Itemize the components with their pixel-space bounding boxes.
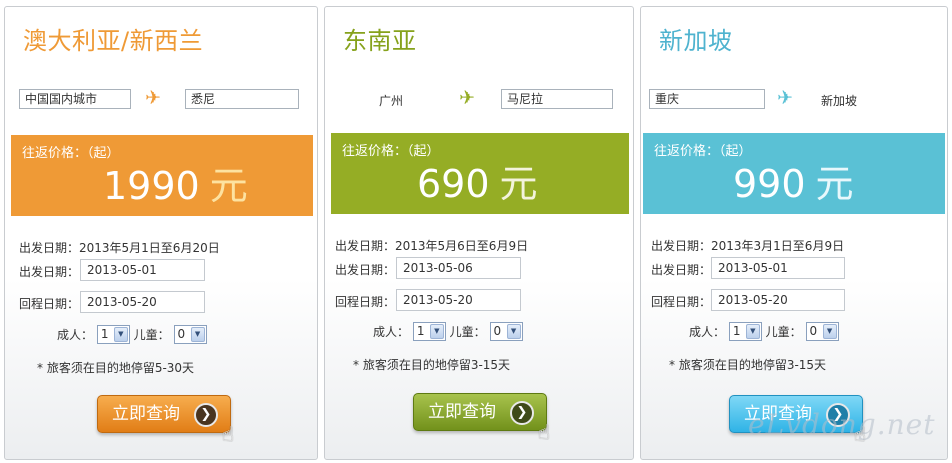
price-value: 690	[417, 162, 490, 206]
route-row: 广州 ✈ 马尼拉	[325, 87, 633, 111]
price-band: 往返价格：（起） 1990 元	[11, 135, 313, 216]
destination-city-text: 新加坡	[821, 94, 858, 108]
airplane-icon: ✈	[777, 87, 793, 109]
query-button-label: 立即查询	[428, 402, 496, 422]
return-date-input[interactable]: 2013-05-20	[711, 289, 845, 311]
depart-date-input[interactable]: 2013-05-06	[396, 257, 521, 279]
return-date-input[interactable]: 2013-05-20	[80, 291, 205, 313]
airplane-icon: ✈	[459, 87, 475, 109]
destination-title: 新加坡	[659, 27, 733, 55]
chevron-down-icon[interactable]: ▼	[113, 327, 128, 342]
arrow-right-circle-icon: ❯	[194, 403, 218, 427]
price-unit: 元	[209, 164, 248, 208]
price-amount: 990 元	[733, 163, 854, 205]
adults-select[interactable]: 1 ▼	[412, 322, 446, 341]
airplane-icon: ✈	[145, 87, 161, 109]
chevron-down-icon[interactable]: ▼	[506, 324, 521, 339]
route-row: 重庆 ✈ 新加坡	[641, 87, 947, 111]
return-date-label: 回程日期：	[335, 295, 396, 309]
query-button[interactable]: 立即查询 ❯ ☝	[97, 395, 234, 446]
query-button[interactable]: 立即查询 ❯ ☝	[729, 395, 866, 446]
children-select[interactable]: 0 ▼	[489, 322, 523, 341]
passenger-row: 成人： 1 ▼ 儿童： 0 ▼	[57, 325, 207, 344]
query-button-label: 立即查询	[112, 404, 180, 424]
children-label: 儿童：	[133, 328, 170, 342]
destination-card-australia: 澳大利亚/新西兰 中国国内城市 ✈ 悉尼 往返价格：（起） 1990 元 出发日期…	[4, 6, 318, 460]
departure-range-text: 出发日期：2013年3月1日至6月9日	[651, 239, 845, 253]
depart-date-input[interactable]: 2013-05-01	[80, 259, 205, 281]
children-select[interactable]: 0 ▼	[173, 325, 207, 344]
price-band: 往返价格：（起） 990 元	[643, 133, 945, 214]
chevron-down-icon[interactable]: ▼	[429, 324, 444, 339]
depart-date-input[interactable]: 2013-05-01	[711, 257, 845, 279]
destination-title: 东南亚	[343, 27, 417, 55]
children-label: 儿童：	[449, 325, 486, 339]
price-unit: 元	[815, 162, 854, 206]
origin-city-field[interactable]: 重庆	[649, 89, 765, 109]
hand-cursor-icon: ☝	[537, 420, 550, 444]
price-value: 1990	[103, 164, 200, 208]
hand-cursor-icon: ☝	[221, 422, 234, 446]
depart-date-label: 出发日期：	[651, 263, 712, 277]
price-label: 往返价格：（起）	[342, 144, 440, 159]
passenger-row: 成人： 1 ▼ 儿童： 0 ▼	[373, 322, 523, 341]
price-label: 往返价格：（起）	[654, 144, 752, 159]
arrow-right-circle-icon: ❯	[826, 403, 850, 427]
price-unit: 元	[499, 162, 538, 206]
destination-city-field[interactable]: 马尼拉	[501, 89, 613, 109]
adults-label: 成人：	[57, 328, 94, 342]
stay-note: * 旅客须在目的地停留3-15天	[669, 358, 827, 372]
return-date-label: 回程日期：	[19, 297, 80, 311]
chevron-down-icon[interactable]: ▼	[745, 324, 760, 339]
destination-city-field[interactable]: 悉尼	[185, 89, 299, 109]
route-row: 中国国内城市 ✈ 悉尼	[5, 87, 317, 111]
adults-label: 成人：	[373, 325, 410, 339]
arrow-right-circle-icon: ❯	[510, 401, 534, 425]
price-label: 往返价格：（起）	[22, 146, 120, 161]
query-button[interactable]: 立即查询 ❯ ☝	[413, 393, 550, 444]
passenger-row: 成人： 1 ▼ 儿童： 0 ▼	[689, 322, 839, 341]
chevron-down-icon[interactable]: ▼	[190, 327, 205, 342]
children-label: 儿童：	[765, 325, 802, 339]
destination-card-singapore: 新加坡 重庆 ✈ 新加坡 往返价格：（起） 990 元 出发日期：2013年3月1…	[640, 6, 948, 460]
destination-card-southeast-asia: 东南亚 广州 ✈ 马尼拉 往返价格：（起） 690 元 出发日期：2013年5月6…	[324, 6, 634, 460]
stay-note: * 旅客须在目的地停留3-15天	[353, 358, 511, 372]
query-button-label: 立即查询	[744, 404, 812, 424]
adults-select[interactable]: 1 ▼	[96, 325, 130, 344]
price-band: 往返价格：（起） 690 元	[331, 133, 629, 214]
price-amount: 1990 元	[103, 165, 248, 207]
depart-date-label: 出发日期：	[335, 263, 396, 277]
children-select[interactable]: 0 ▼	[805, 322, 839, 341]
stay-note: * 旅客须在目的地停留5-30天	[37, 361, 195, 375]
hand-cursor-icon: ☝	[853, 422, 866, 446]
price-amount: 690 元	[417, 163, 538, 205]
destination-title: 澳大利亚/新西兰	[23, 27, 204, 55]
return-date-input[interactable]: 2013-05-20	[396, 289, 521, 311]
origin-city-field[interactable]: 中国国内城市	[19, 89, 131, 109]
departure-range-text: 出发日期：2013年5月6日至6月9日	[335, 239, 529, 253]
origin-city-text: 广州	[379, 94, 404, 108]
adults-label: 成人：	[689, 325, 726, 339]
return-date-label: 回程日期：	[651, 295, 712, 309]
price-value: 990	[733, 162, 806, 206]
departure-range-text: 出发日期：2013年5月1日至6月20日	[19, 241, 220, 255]
adults-select[interactable]: 1 ▼	[728, 322, 762, 341]
depart-date-label: 出发日期：	[19, 265, 80, 279]
chevron-down-icon[interactable]: ▼	[822, 324, 837, 339]
